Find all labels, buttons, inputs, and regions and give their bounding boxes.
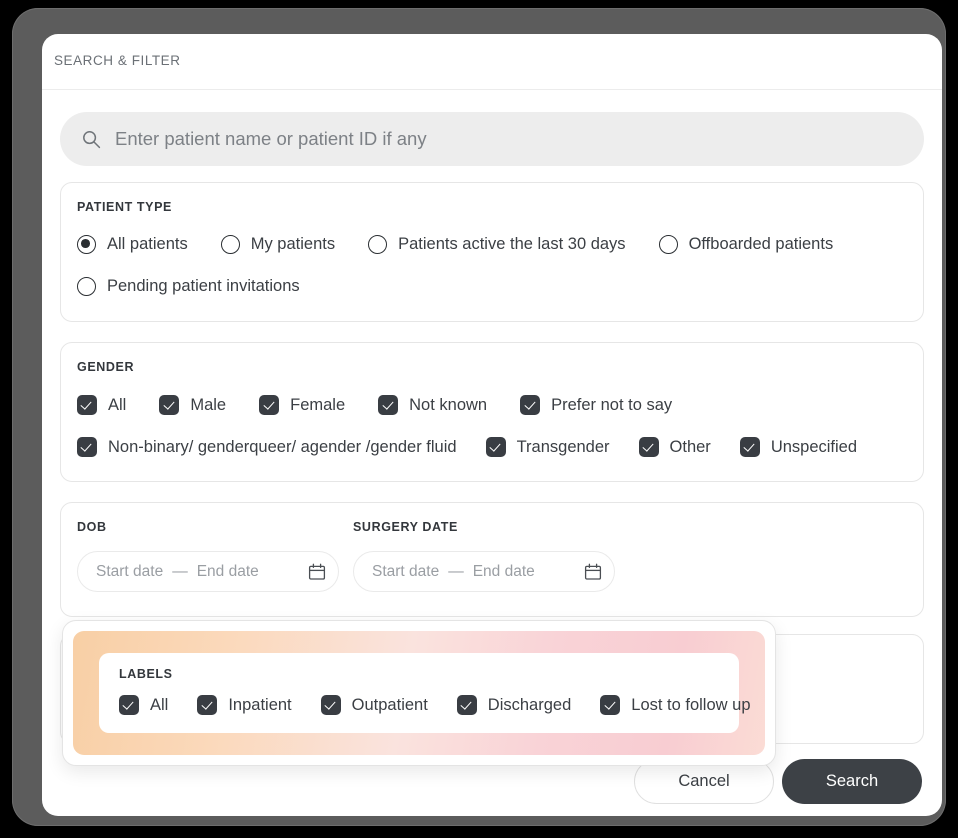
radio-icon-active-30-days — [368, 235, 388, 254]
dates-card: DOB Start date — End date SURGERY DATE S… — [60, 502, 924, 617]
checkbox-icon-label-inpatient — [197, 695, 218, 715]
radio-pending-invitations[interactable]: Pending patient invitations — [77, 277, 300, 296]
checkbox-gender-female[interactable]: Female — [259, 395, 345, 415]
surgery-date-title: SURGERY DATE — [353, 520, 458, 534]
radio-label-pending-invitations: Pending patient invitations — [107, 277, 300, 295]
checkbox-text-label-all: All — [150, 695, 169, 714]
checkbox-label-gender-not-known: Not known — [409, 395, 488, 414]
checkbox-gender-other[interactable]: Other — [638, 437, 711, 457]
labels-panel: LABELS All Inpatient Outpatient Discharg… — [99, 653, 751, 733]
search-filter-modal: SEARCH & FILTER PATIENT TYPE All patient… — [42, 34, 942, 816]
patient-type-card: PATIENT TYPE All patients My patients Pa… — [60, 182, 924, 322]
search-input[interactable] — [115, 128, 875, 150]
checkbox-gender-prefer-not-to-say[interactable]: Prefer not to say — [520, 395, 672, 415]
search-button[interactable]: Search — [782, 759, 922, 804]
checkbox-label-all[interactable]: All — [119, 695, 168, 715]
dob-title: DOB — [77, 520, 107, 534]
surgery-end-date-placeholder: End date — [472, 562, 535, 580]
checkbox-label-gender-transgender: Transgender — [516, 437, 610, 456]
checkbox-gender-unspecified[interactable]: Unspecified — [739, 437, 858, 457]
radio-offboarded-patients[interactable]: Offboarded patients — [658, 235, 834, 254]
checkbox-icon-gender-non-binary — [77, 437, 97, 457]
labels-highlight-overlay: LABELS All Inpatient Outpatient Discharg… — [62, 620, 776, 766]
checkbox-icon-label-discharged — [456, 695, 477, 715]
radio-icon-my-patients — [220, 235, 240, 254]
gender-title: GENDER — [77, 360, 135, 374]
checkbox-gender-transgender[interactable]: Transgender — [485, 437, 610, 457]
checkbox-icon-label-lost-to-follow-up — [600, 695, 621, 715]
surgery-date-separator: — — [448, 562, 464, 580]
labels-title: LABELS — [119, 667, 173, 681]
checkbox-label-outpatient[interactable]: Outpatient — [320, 695, 428, 715]
gender-card: GENDER All Male Female Not known Prefer … — [60, 342, 924, 482]
dob-start-date-placeholder: Start date — [96, 562, 164, 580]
checkbox-label-lost-to-follow-up[interactable]: Lost to follow up — [600, 695, 751, 715]
checkbox-label-gender-all: All — [108, 395, 127, 414]
radio-all-patients[interactable]: All patients — [77, 235, 188, 254]
calendar-icon[interactable] — [308, 563, 326, 581]
gender-row-1: All Male Female Not known Prefer not to … — [77, 395, 672, 415]
checkbox-icon-gender-male — [159, 395, 180, 415]
radio-icon-offboarded-patients — [658, 235, 678, 254]
checkbox-gender-male[interactable]: Male — [159, 395, 226, 415]
checkbox-icon-gender-other — [638, 437, 659, 457]
checkbox-label-gender-non-binary: Non-binary/ genderqueer/ agender /gender… — [108, 437, 457, 456]
checkbox-gender-all[interactable]: All — [77, 395, 126, 415]
radio-label-offboarded-patients: Offboarded patients — [688, 235, 834, 253]
radio-label-my-patients: My patients — [250, 235, 336, 253]
checkbox-icon-gender-female — [259, 395, 280, 415]
modal-header: SEARCH & FILTER — [42, 34, 942, 90]
search-bar[interactable] — [60, 112, 924, 166]
patient-type-title: PATIENT TYPE — [77, 200, 172, 214]
checkbox-text-label-lost-to-follow-up: Lost to follow up — [631, 695, 751, 714]
checkbox-label-inpatient[interactable]: Inpatient — [197, 695, 292, 715]
checkbox-icon-gender-all — [77, 395, 97, 415]
device-frame: SEARCH & FILTER PATIENT TYPE All patient… — [12, 8, 946, 826]
checkbox-label-discharged[interactable]: Discharged — [456, 695, 572, 715]
radio-label-all-patients: All patients — [107, 235, 188, 253]
checkbox-gender-not-known[interactable]: Not known — [378, 395, 487, 415]
checkbox-label-gender-prefer-not-to-say: Prefer not to say — [551, 395, 673, 414]
radio-my-patients[interactable]: My patients — [220, 235, 336, 254]
checkbox-text-label-discharged: Discharged — [487, 695, 572, 714]
page-title: SEARCH & FILTER — [54, 53, 181, 68]
dob-date-separator: — — [172, 562, 188, 580]
checkbox-icon-gender-prefer-not-to-say — [520, 395, 541, 415]
checkbox-label-gender-other: Other — [669, 437, 711, 456]
dob-date-range-input[interactable]: Start date — End date — [77, 551, 339, 592]
checkbox-text-label-inpatient: Inpatient — [228, 695, 292, 714]
checkbox-gender-non-binary[interactable]: Non-binary/ genderqueer/ agender /gender… — [77, 437, 457, 457]
checkbox-label-gender-female: Female — [290, 395, 346, 414]
labels-options-row: All Inpatient Outpatient Discharged Lost… — [119, 695, 751, 715]
gender-row-2: Non-binary/ genderqueer/ agender /gender… — [77, 437, 857, 457]
patient-type-row-2: Pending patient invitations — [77, 277, 300, 296]
radio-label-active-30-days: Patients active the last 30 days — [398, 235, 626, 253]
radio-icon-pending-invitations — [77, 277, 96, 296]
calendar-icon[interactable] — [584, 563, 602, 581]
surgery-date-range-input[interactable]: Start date — End date — [353, 551, 615, 592]
checkbox-icon-label-outpatient — [320, 695, 341, 715]
checkbox-icon-gender-not-known — [378, 395, 399, 415]
checkbox-icon-label-all — [119, 695, 139, 715]
checkbox-label-gender-male: Male — [190, 395, 227, 414]
checkbox-icon-gender-transgender — [485, 437, 506, 457]
checkbox-label-gender-unspecified: Unspecified — [770, 437, 858, 456]
search-icon — [82, 130, 101, 149]
patient-type-row-1: All patients My patients Patients active… — [77, 235, 833, 254]
highlight-gradient-border: LABELS All Inpatient Outpatient Discharg… — [73, 631, 765, 755]
radio-active-30-days[interactable]: Patients active the last 30 days — [368, 235, 626, 254]
radio-icon-all-patients — [77, 235, 96, 254]
checkbox-text-label-outpatient: Outpatient — [351, 695, 428, 714]
surgery-start-date-placeholder: Start date — [372, 562, 440, 580]
dob-end-date-placeholder: End date — [196, 562, 259, 580]
checkbox-icon-gender-unspecified — [739, 437, 760, 457]
